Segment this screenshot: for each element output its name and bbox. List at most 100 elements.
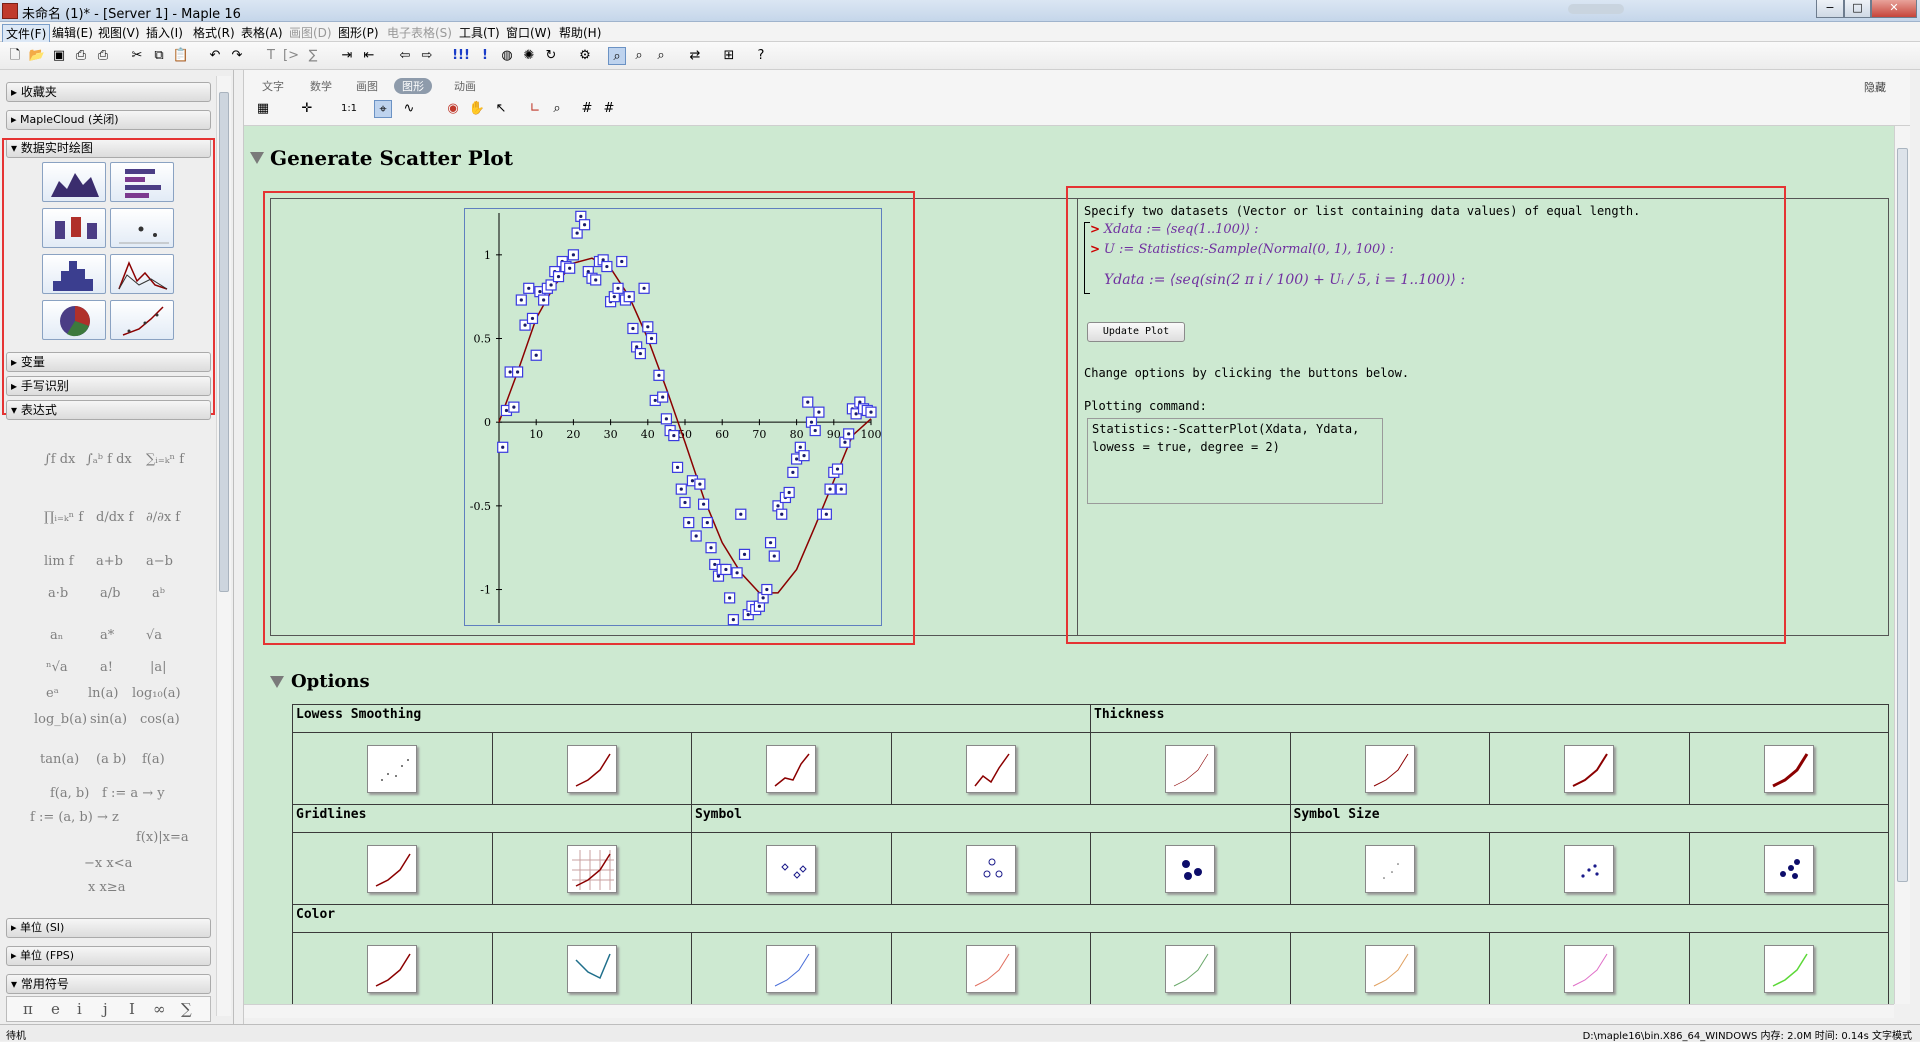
color-maroon-button[interactable]: [367, 944, 418, 993]
expr-exp[interactable]: eᵃ: [46, 686, 59, 701]
symbol-solid-circle-button[interactable]: [1165, 844, 1216, 893]
gridlines-off-button[interactable]: [367, 844, 418, 893]
plotting-command-box[interactable]: Statistics:-ScatterPlot(Xdata, Ydata, lo…: [1087, 418, 1383, 504]
density-plot-icon[interactable]: [110, 254, 174, 294]
indent-icon[interactable]: ⇥: [338, 47, 356, 65]
bar-chart-icon[interactable]: [110, 162, 174, 202]
expr-sum[interactable]: ∑ᵢ₌ₖⁿ f: [146, 452, 184, 467]
expr-derivative[interactable]: d/dx f: [96, 510, 133, 525]
settings-gear-icon[interactable]: ⚙: [576, 47, 594, 65]
expr-cos[interactable]: cos(a): [140, 712, 180, 727]
paste-icon[interactable]: 📋: [172, 47, 190, 65]
text-mode-icon[interactable]: T: [262, 47, 280, 65]
thickness-3-button[interactable]: [1763, 744, 1814, 793]
symbol-i[interactable]: i: [77, 1000, 82, 1018]
expr-arrow-function-two[interactable]: f := (a, b) → z: [30, 810, 119, 825]
tab-math[interactable]: 数学: [310, 78, 332, 94]
u-input[interactable]: > U := Statistics:-Sample(Normal(0, 1), …: [1090, 242, 1394, 257]
menu-plot[interactable]: 图形(P): [335, 24, 382, 41]
expr-binomial[interactable]: (a b): [96, 752, 126, 767]
document-scrollbar[interactable]: [1894, 126, 1910, 1004]
lowess-off-button[interactable]: [367, 744, 418, 793]
symbol-pi[interactable]: π: [23, 1000, 33, 1018]
back-arrow-icon[interactable]: ⇦: [396, 47, 414, 65]
expr-limit[interactable]: lim f: [44, 554, 74, 569]
zoom-plot-icon[interactable]: ⌕: [548, 100, 566, 118]
palette-scrollbar[interactable]: [216, 76, 231, 1016]
tab-drawing[interactable]: 画图: [356, 78, 378, 94]
thickness-1-button[interactable]: [1364, 744, 1415, 793]
ydata-input[interactable]: Ydata := ⟨seq(sin(2 π i / 100) + Uᵢ / 5,…: [1104, 272, 1465, 288]
copy-icon[interactable]: ⧉: [150, 47, 168, 65]
zoom-fit-icon[interactable]: ⌕: [608, 47, 626, 65]
section-collapse-icon[interactable]: [250, 152, 264, 164]
expr-factorial[interactable]: a!: [100, 660, 113, 675]
print-preview-icon[interactable]: ⎙: [94, 47, 112, 65]
help-icon[interactable]: ?: [752, 47, 770, 65]
print-icon[interactable]: ⎙: [72, 47, 90, 65]
debug-icon[interactable]: ✺: [520, 47, 538, 65]
menu-edit[interactable]: 编辑(E): [49, 24, 96, 41]
options-collapse-icon[interactable]: [270, 676, 284, 688]
color-salmon-button[interactable]: [965, 944, 1016, 993]
area-chart-icon[interactable]: [42, 162, 106, 202]
menu-help[interactable]: 帮助(H): [556, 24, 604, 41]
expr-log10[interactable]: log₁₀(a): [132, 686, 181, 701]
symbol-sum[interactable]: ∑: [181, 1000, 192, 1018]
menu-window[interactable]: 窗口(W): [503, 24, 554, 41]
palette-scrollbar-thumb[interactable]: [219, 92, 229, 592]
rotate-icon[interactable]: ◉: [444, 100, 462, 118]
swap-icon[interactable]: ⇄: [686, 47, 704, 65]
scale-1-1-icon[interactable]: 1:1: [340, 100, 358, 118]
symbol-size-medium-button[interactable]: [1564, 844, 1615, 893]
palette-expression[interactable]: ▾ 表达式: [6, 400, 211, 420]
expr-power[interactable]: aᵇ: [152, 586, 165, 601]
expr-function-two-args[interactable]: f(a, b): [50, 786, 89, 801]
gridlines-both-icon[interactable]: #: [600, 100, 618, 118]
expr-add[interactable]: a+b: [96, 554, 123, 569]
outdent-icon[interactable]: ⇤: [360, 47, 378, 65]
box-plot-icon[interactable]: [42, 208, 106, 248]
execute-icon[interactable]: !: [476, 47, 494, 65]
menu-spreadsheet[interactable]: 电子表格(S): [384, 24, 455, 41]
execute-all-icon[interactable]: !!!: [452, 47, 470, 65]
document-scrollbar-thumb[interactable]: [1897, 148, 1908, 882]
menu-tools[interactable]: 工具(T): [456, 24, 503, 41]
tab-animation[interactable]: 动画: [454, 78, 476, 94]
expr-integral[interactable]: ∫f dx: [44, 452, 75, 467]
thickness-0-button[interactable]: [1165, 744, 1216, 793]
pie-chart-icon[interactable]: [42, 300, 106, 340]
expr-subtract[interactable]: a−b: [146, 554, 173, 569]
menu-drawing[interactable]: 画图(D): [286, 24, 335, 41]
lowess-degree-1-button[interactable]: [766, 744, 817, 793]
palette-units-fps[interactable]: ▸ 单位 (FPS): [6, 946, 211, 966]
palette-units-si[interactable]: ▸ 单位 (SI): [6, 918, 211, 938]
tab-text[interactable]: 文字: [262, 78, 284, 94]
dot-plot-icon[interactable]: [110, 208, 174, 248]
menu-insert[interactable]: 插入(I): [143, 24, 186, 41]
new-document-icon[interactable]: 🗋: [6, 47, 24, 65]
symbol-size-small-button[interactable]: [1364, 844, 1415, 893]
expr-piecewise-2[interactable]: x x≥a: [88, 880, 125, 895]
expr-definite-integral[interactable]: ∫ₐᵇ f dx: [86, 452, 132, 467]
lowess-degree-2-button[interactable]: [566, 744, 617, 793]
zoom-in-icon[interactable]: ⌕: [630, 47, 648, 65]
sigma-icon[interactable]: ∑: [304, 47, 322, 65]
horizontal-scrollbar[interactable]: [244, 1004, 1894, 1018]
restart-icon[interactable]: ↻: [542, 47, 560, 65]
expr-function[interactable]: f(a): [142, 752, 165, 767]
symbol-size-large-button[interactable]: [1763, 844, 1814, 893]
expr-tan[interactable]: tan(a): [40, 752, 79, 767]
expr-product[interactable]: ∏ᵢ₌ₖⁿ f: [44, 510, 83, 525]
expr-nth-root[interactable]: ⁿ√a: [46, 660, 68, 675]
stop-icon[interactable]: ◍: [498, 47, 516, 65]
save-icon[interactable]: ▣: [50, 47, 68, 65]
lowess-degree-0-button[interactable]: [965, 744, 1016, 793]
expr-abs[interactable]: |a|: [150, 660, 167, 675]
color-blue-button[interactable]: [766, 944, 817, 993]
expr-sqrt[interactable]: √a: [146, 628, 162, 643]
redo-icon[interactable]: ↷: [228, 47, 246, 65]
expr-divide[interactable]: a/b: [100, 586, 120, 601]
symbol-e[interactable]: e: [51, 1000, 60, 1018]
axis-icon[interactable]: ∟: [526, 100, 544, 118]
